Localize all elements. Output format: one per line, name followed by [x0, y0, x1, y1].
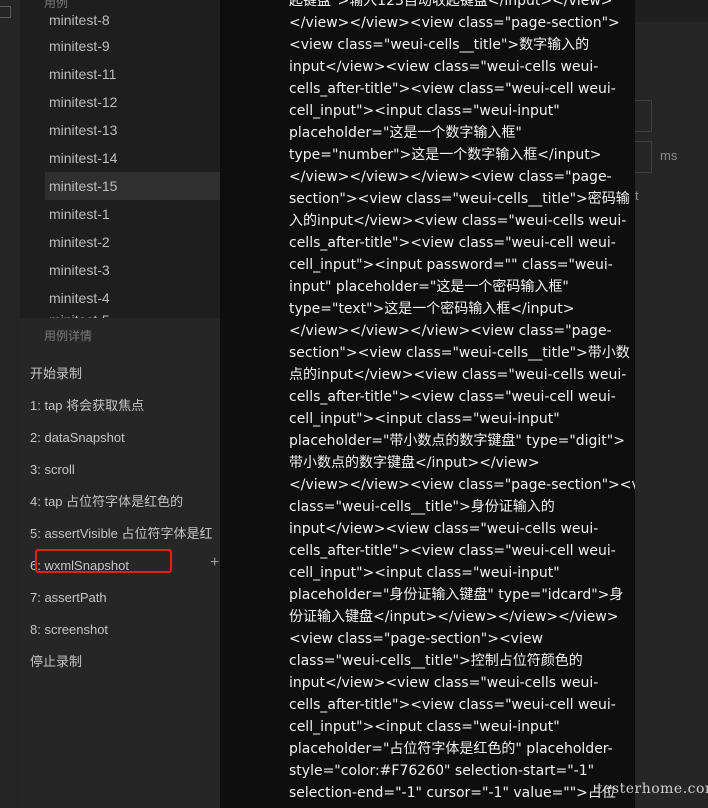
step-item[interactable]: 3: scroll [30, 454, 230, 486]
step-highlight-box [35, 549, 172, 573]
step-item[interactable]: 7: assertPath [30, 582, 230, 614]
step-item[interactable]: 4: tap 占位符字体是红色的 [30, 486, 230, 518]
wxml-line: 带小数点的数字键盘</input></view> [289, 455, 540, 471]
wxml-line: </view></view></view><view class="page- [289, 323, 612, 339]
wxml-line: selection-end="-1" cursor="-1" value="">… [289, 785, 616, 801]
case-item-selected[interactable]: minitest-15 [45, 172, 220, 200]
wxml-line: </view></view><view class="page-section"… [289, 15, 620, 31]
wxml-line: type="text">这是一个密码输入框</input> [289, 301, 575, 317]
add-step-icon[interactable]: + [210, 554, 219, 572]
wxml-line: style="color:#F76260" selection-start="-… [289, 763, 595, 779]
wxml-snapshot-text: 起键盘">输入123自动收起键盘</input></view> </view></… [289, 0, 635, 804]
wxml-line: input</view><view class="weui-cells weui… [289, 59, 599, 75]
wxml-line: cells_after-title"><view class="weui-cel… [289, 81, 616, 97]
case-item[interactable]: minitest-13 [20, 116, 220, 144]
step-item[interactable]: 8: screenshot [30, 614, 230, 646]
case-item[interactable]: minitest-11 [20, 60, 220, 88]
wxml-line: 份证输入键盘</input></view></view></view> [289, 609, 619, 625]
wxml-line: placeholder="带小数点的数字键盘" type="digit"> [289, 433, 625, 449]
wxml-line: class="weui-cells__title">控制占位符颜色的 [289, 653, 583, 669]
step-item[interactable]: 1: tap 将会获取焦点 [30, 390, 230, 422]
case-detail-heading: 用例详情 [44, 329, 93, 343]
wxml-line: 起键盘">输入123自动收起键盘</input></view> [289, 0, 613, 9]
ms-unit-label: ms [660, 148, 678, 163]
wxml-line: cell_input"><input class="weui-input" [289, 719, 560, 735]
wxml-line: placeholder="占位符字体是红色的" placeholder- [289, 741, 613, 757]
right-panel-label-partial: t [635, 188, 639, 203]
wxml-line: cells_after-title"><view class="weui-cel… [289, 543, 616, 559]
delay-input[interactable] [635, 141, 652, 173]
wxml-line: 入的input</view><view class="weui-cells we… [289, 213, 627, 229]
case-list: minitest-9 minitest-11 minitest-12 minit… [20, 32, 220, 312]
case-item[interactable]: minitest-12 [20, 88, 220, 116]
wxml-line: cell_input"><input class="weui-input" [289, 411, 560, 427]
step-item[interactable]: 5: assertVisible 占位符字体是红 [30, 518, 230, 550]
wxml-line: cell_input"><input class="weui-input" [289, 103, 560, 119]
wxml-line: </view></view><view class="page-section"… [289, 477, 635, 493]
wxml-line: cells_after-title"><view class="weui-cel… [289, 235, 616, 251]
case-item[interactable]: minitest-3 [20, 256, 220, 284]
case-item[interactable]: minitest-14 [20, 144, 220, 172]
wxml-line: </view></view></view><view class="page- [289, 169, 612, 185]
timeout-input[interactable] [635, 100, 652, 132]
wxml-line: <view class="weui-cells__title">数字输入的 [289, 37, 590, 53]
wxml-line: cell_input"><input password="" class="we… [289, 257, 613, 273]
case-item[interactable]: minitest-1 [20, 200, 220, 228]
wxml-line: section"><view class="weui-cells__title"… [289, 345, 630, 361]
wxml-line: cells_after-title"><view class="weui-cel… [289, 389, 616, 405]
case-item[interactable]: minitest-9 [20, 32, 220, 60]
right-panel-header [635, 0, 708, 22]
wxml-line: placeholder="这是一个数字输入框" [289, 125, 522, 141]
right-panel: ms t [635, 0, 708, 808]
wxml-line: 点的input</view><view class="weui-cells we… [289, 367, 627, 383]
case-item-partial[interactable]: minitest-8 [49, 12, 110, 28]
case-list-heading: 用例 [44, 0, 69, 10]
wxml-line: section"><view class="weui-cells__title"… [289, 191, 630, 207]
wxml-line: <view class="page-section"><view [289, 631, 543, 647]
wxml-snapshot-popup: 起键盘">输入123自动收起键盘</input></view> </view></… [220, 0, 635, 808]
step-stop-recording[interactable]: 停止录制 [30, 646, 230, 678]
case-detail-section: 用例详情 开始录制 1: tap 将会获取焦点 2: dataSnapshot … [20, 318, 220, 808]
wxml-line: input" placeholder="这是一个密码输入框" [289, 279, 569, 295]
watermark: testerhome.com [597, 781, 708, 797]
sidebar: 用例 minitest-8 minitest-9 minitest-11 min… [20, 0, 220, 808]
wxml-line: cells_after-title"><view class="weui-cel… [289, 697, 616, 713]
case-item[interactable]: minitest-4 [20, 284, 220, 312]
wxml-line: class="weui-cells__title">身份证输入的 [289, 499, 555, 515]
wxml-line: input</view><view class="weui-cells weui… [289, 521, 599, 537]
step-item[interactable]: 2: dataSnapshot [30, 422, 230, 454]
step-start-recording[interactable]: 开始录制 [30, 358, 230, 390]
wxml-line: placeholder="身份证输入键盘" type="idcard">身 [289, 587, 624, 603]
wxml-line: input</view><view class="weui-cells weui… [289, 675, 599, 691]
case-list-section: 用例 minitest-8 minitest-9 minitest-11 min… [20, 0, 220, 318]
activity-bar [0, 0, 21, 808]
case-item[interactable]: minitest-2 [20, 228, 220, 256]
wxml-line: type="number">这是一个数字输入框</input> [289, 147, 602, 163]
step-list: 开始录制 1: tap 将会获取焦点 2: dataSnapshot 3: sc… [30, 358, 230, 678]
panel-toggle-icon[interactable] [0, 6, 11, 18]
wxml-line: cell_input"><input class="weui-input" [289, 565, 560, 581]
